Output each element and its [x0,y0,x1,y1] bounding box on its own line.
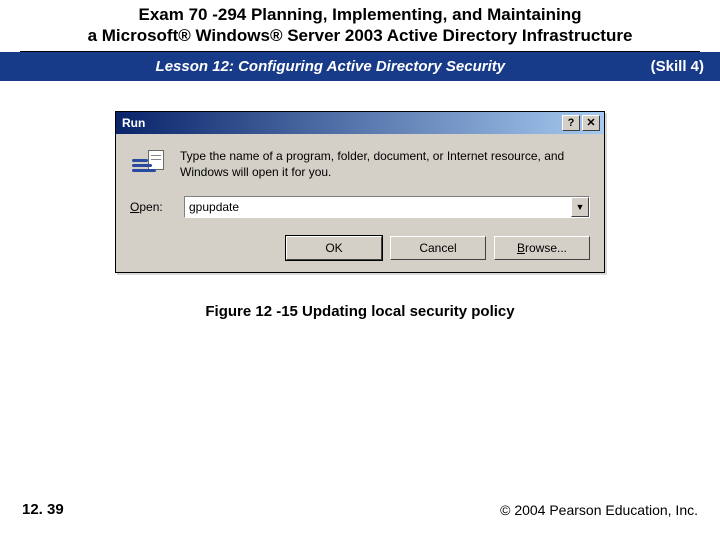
run-icon [130,148,168,180]
ok-button[interactable]: OK [286,236,382,260]
help-icon: ? [568,117,575,129]
help-button[interactable]: ? [562,115,580,131]
chevron-down-icon: ▼ [576,202,585,212]
slide-content: Run ? ✕ Type the name of a program, fold… [0,81,720,320]
close-button[interactable]: ✕ [582,115,600,131]
figure-caption: Figure 12 -15 Updating local security po… [0,303,720,320]
dropdown-button[interactable]: ▼ [571,197,589,217]
browse-button[interactable]: Browse... [494,236,590,260]
dialog-body: Type the name of a program, folder, docu… [116,134,604,272]
exam-title-line1: Exam 70 -294 Planning, Implementing, and… [10,4,710,25]
slide-header: Exam 70 -294 Planning, Implementing, and… [0,0,720,49]
lesson-band: Lesson 12: Configuring Active Directory … [0,52,720,81]
open-combobox[interactable]: ▼ [184,196,590,218]
dialog-title: Run [120,116,560,130]
close-icon: ✕ [586,116,595,129]
skill-label: (Skill 4) [651,58,710,75]
page-number: 12. 39 [22,501,64,518]
dialog-button-row: OK Cancel Browse... [130,236,590,260]
open-input[interactable] [185,197,571,217]
run-dialog: Run ? ✕ Type the name of a program, fold… [115,111,605,273]
titlebar: Run ? ✕ [116,112,604,134]
slide-footer: 12. 39 © 2004 Pearson Education, Inc. [0,489,720,540]
exam-title-line2: a Microsoft® Windows® Server 2003 Active… [10,25,710,46]
run-instruction-text: Type the name of a program, folder, docu… [180,148,590,180]
cancel-button[interactable]: Cancel [390,236,486,260]
copyright-text: © 2004 Pearson Education, Inc. [500,502,698,518]
lesson-title: Lesson 12: Configuring Active Directory … [10,58,651,75]
open-label: Open: [130,200,174,214]
